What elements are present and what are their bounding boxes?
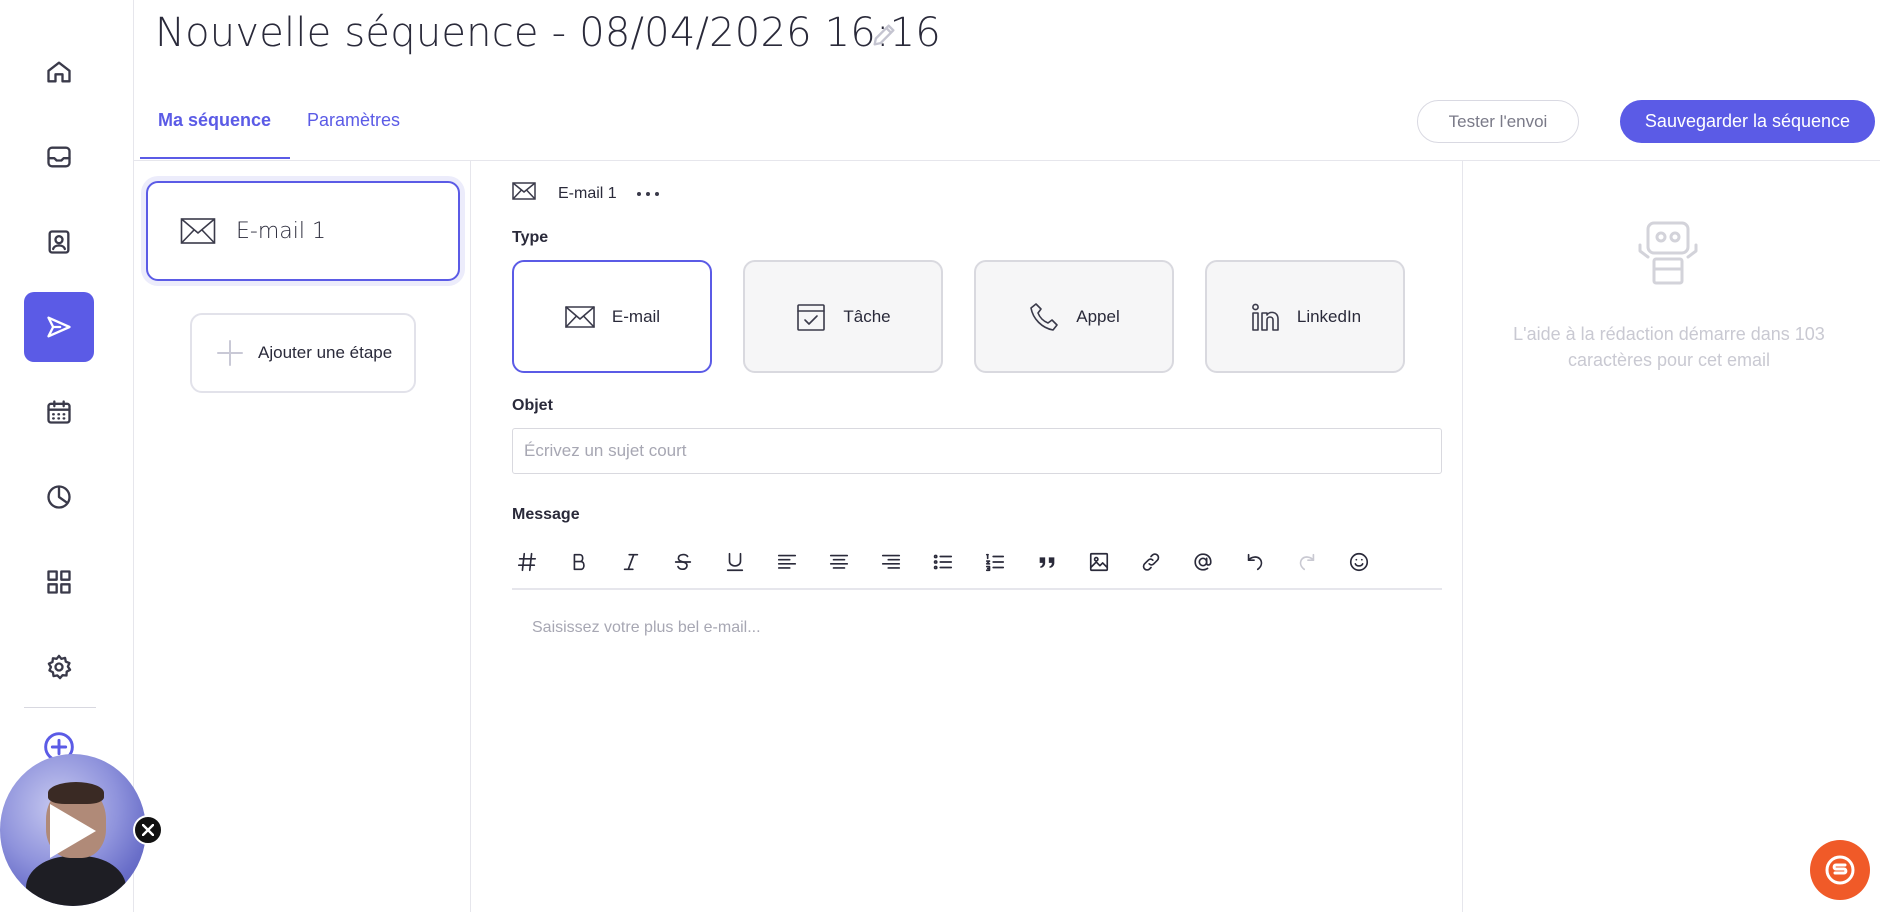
test-send-button[interactable]: Tester l'envoi	[1417, 100, 1579, 143]
step-label: E-mail 1	[236, 218, 326, 244]
bold-icon[interactable]	[564, 547, 594, 577]
nav-calendar[interactable]	[24, 377, 94, 447]
plus-icon	[216, 339, 244, 367]
robot-icon	[1634, 219, 1702, 289]
edit-title-button[interactable]	[870, 21, 898, 49]
quote-icon[interactable]	[1032, 547, 1062, 577]
step-header: E-mail 1	[512, 181, 659, 206]
gear-icon	[47, 654, 72, 680]
type-option-appel[interactable]: Appel	[974, 260, 1174, 373]
mail-icon	[564, 301, 596, 333]
pie-chart-icon	[47, 485, 71, 509]
active-tab-indicator	[140, 157, 290, 159]
add-step-button[interactable]: Ajouter une étape	[190, 313, 416, 393]
message-body-editor[interactable]: Saisissez votre plus bel e-mail...	[532, 619, 761, 637]
pencil-icon	[873, 24, 895, 46]
emoji-icon[interactable]	[1344, 547, 1374, 577]
grid-icon	[47, 570, 71, 594]
nav-inbox[interactable]	[24, 122, 94, 192]
mention-icon[interactable]	[1188, 547, 1218, 577]
step-editor: E-mail 1 Type E-mail Tâche Appel LinkedI…	[472, 161, 1463, 912]
video-widget[interactable]	[0, 754, 146, 906]
tab-parametres[interactable]: Paramètres	[307, 110, 400, 131]
step-name: E-mail 1	[558, 184, 617, 202]
message-label: Message	[512, 506, 580, 523]
numbered-list-icon[interactable]	[980, 547, 1010, 577]
nav-sequences[interactable]	[24, 292, 94, 362]
mail-icon	[512, 181, 536, 206]
home-icon	[47, 61, 71, 83]
play-icon	[50, 804, 96, 858]
support-chat-button[interactable]	[1810, 840, 1870, 900]
editor-toolbar	[512, 535, 1442, 590]
linkedin-icon	[1249, 301, 1281, 333]
nav-contacts[interactable]	[24, 207, 94, 277]
nav-apps[interactable]	[24, 547, 94, 617]
link-icon[interactable]	[1136, 547, 1166, 577]
type-option-email[interactable]: E-mail	[512, 260, 712, 373]
mail-icon	[180, 216, 216, 246]
sidebar-divider	[24, 707, 96, 708]
align-right-icon[interactable]	[876, 547, 906, 577]
nav-home[interactable]	[24, 37, 94, 107]
type-label: Type	[512, 229, 549, 246]
subject-input[interactable]	[512, 428, 1442, 474]
italic-icon[interactable]	[616, 547, 646, 577]
underline-icon[interactable]	[720, 547, 750, 577]
type-option-label: Appel	[1076, 306, 1120, 326]
contacts-icon	[48, 230, 70, 254]
more-options-icon[interactable]	[636, 189, 659, 199]
type-option-label: Tâche	[843, 306, 891, 326]
type-option-label: E-mail	[611, 306, 661, 326]
close-icon	[142, 824, 154, 836]
tab-ma-sequence[interactable]: Ma séquence	[158, 110, 271, 131]
assist-message: L'aide à la rédaction démarre dans 103 c…	[1513, 324, 1825, 370]
chat-logo-icon	[1825, 855, 1855, 885]
add-step-label: Ajouter une étape	[258, 343, 393, 362]
image-icon[interactable]	[1084, 547, 1114, 577]
close-video-button[interactable]	[133, 815, 163, 845]
align-left-icon[interactable]	[772, 547, 802, 577]
step-card-email-1[interactable]: E-mail 1	[146, 181, 460, 281]
calendar-icon	[47, 400, 71, 424]
type-option-linkedin[interactable]: LinkedIn	[1205, 260, 1405, 373]
hash-icon[interactable]	[512, 547, 542, 577]
nav-stats[interactable]	[24, 462, 94, 532]
steps-panel: E-mail 1 Ajouter une étape	[134, 161, 471, 912]
bullet-list-icon[interactable]	[928, 547, 958, 577]
inbox-icon	[47, 146, 71, 168]
task-icon	[795, 301, 827, 333]
send-icon	[47, 316, 71, 338]
undo-icon[interactable]	[1240, 547, 1270, 577]
align-center-icon[interactable]	[824, 547, 854, 577]
type-option-tache[interactable]: Tâche	[743, 260, 943, 373]
subject-label: Objet	[512, 397, 553, 414]
type-option-label: LinkedIn	[1296, 306, 1362, 326]
writing-assist-panel: L'aide à la rédaction démarre dans 103 c…	[1464, 161, 1880, 912]
redo-icon[interactable]	[1292, 547, 1322, 577]
page-title: Nouvelle séquence - 08/04/2026 16:16	[155, 10, 941, 56]
save-sequence-button[interactable]: Sauvegarder la séquence	[1620, 100, 1875, 143]
strikethrough-icon[interactable]	[668, 547, 698, 577]
nav-settings[interactable]	[24, 632, 94, 702]
phone-icon	[1028, 301, 1060, 333]
